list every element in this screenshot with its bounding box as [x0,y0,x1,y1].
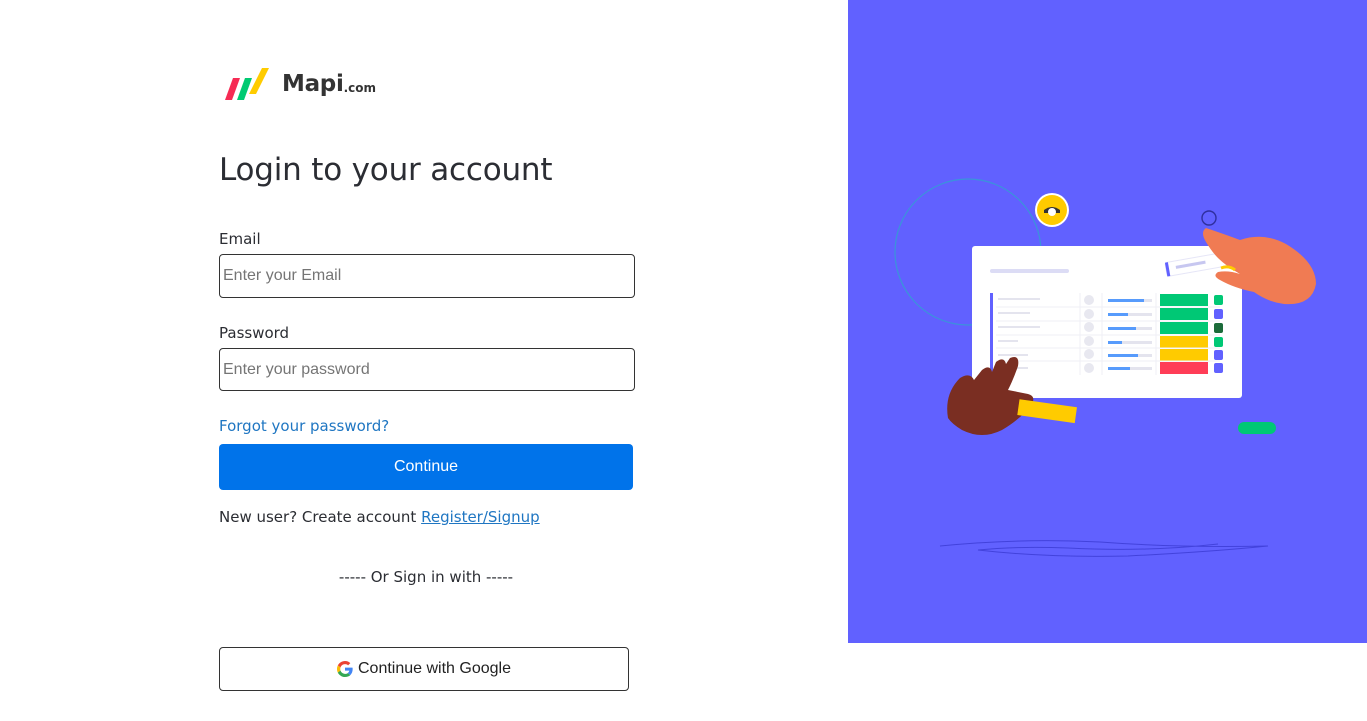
email-field[interactable] [219,254,635,298]
google-signin-button[interactable]: Continue with Google [219,647,629,691]
mapi-logo-icon [225,68,269,100]
hero-panel [848,0,1367,643]
signup-prompt: New user? Create account Register/Signup [219,508,540,526]
brand-name: Mapi [282,71,344,97]
password-label: Password [219,324,290,342]
dashboard-illustration [894,178,1316,557]
email-label: Email [219,230,261,248]
brand-tld: .com [343,81,376,95]
register-link[interactable]: Register/Signup [421,508,540,526]
google-icon [337,661,353,677]
continue-button[interactable]: Continue [219,444,633,490]
password-field[interactable] [219,348,635,391]
signup-prompt-text: New user? Create account [219,508,417,526]
logo: Mapi .com [223,66,376,102]
forgot-password-link[interactable]: Forgot your password? [219,417,389,435]
page-title: Login to your account [219,152,553,188]
google-button-label: Continue with Google [358,660,511,677]
sign-in-divider: ----- Or Sign in with ----- [338,568,514,586]
